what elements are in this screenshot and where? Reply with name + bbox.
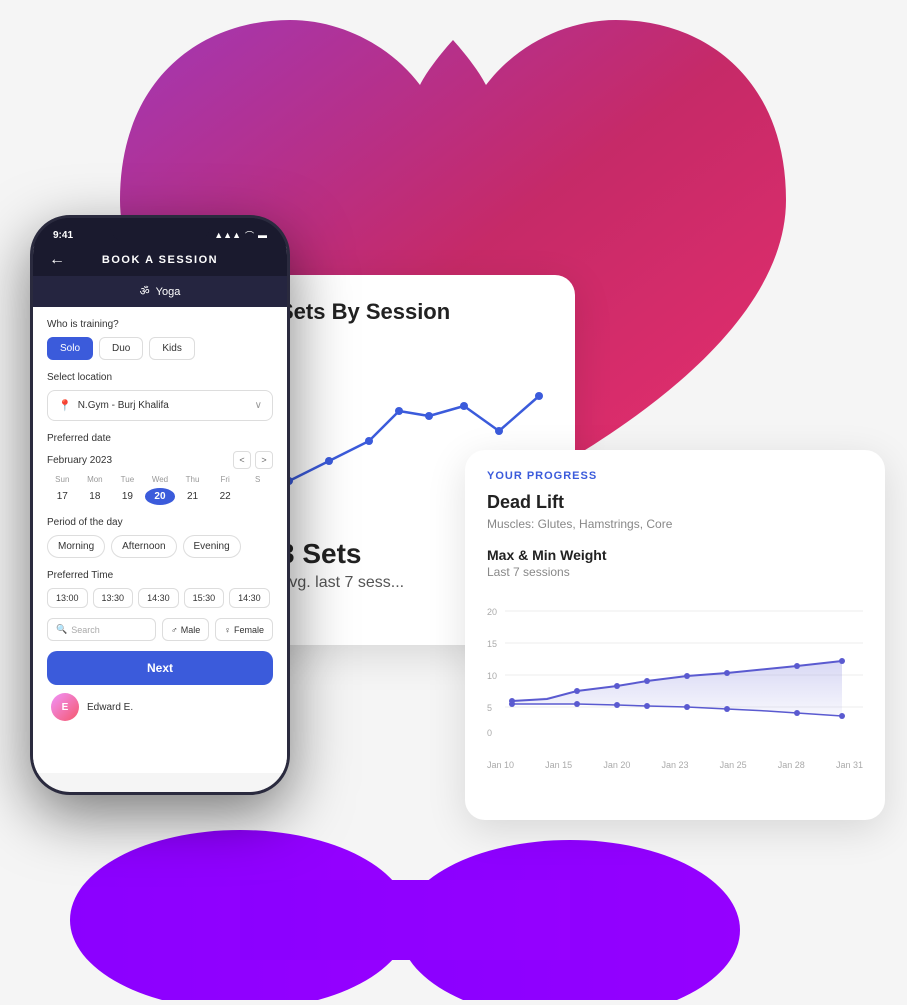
cal-day-20[interactable]: 20 bbox=[145, 488, 176, 505]
phone-header: ← BOOK A SESSION bbox=[33, 246, 287, 276]
svg-text:20: 20 bbox=[487, 607, 497, 617]
x-label-0: Jan 10 bbox=[487, 760, 514, 770]
calendar-prev[interactable]: < bbox=[233, 451, 251, 469]
signal-icon: ▲▲▲ bbox=[214, 230, 241, 240]
svg-text:5: 5 bbox=[487, 703, 492, 713]
phone-screen: ← BOOK A SESSION ॐ Yoga Who is training?… bbox=[33, 246, 287, 792]
location-selector[interactable]: 📍 N.Gym - Burj Khalifa ∨ bbox=[47, 390, 273, 421]
chart-x-labels: Jan 10 Jan 15 Jan 20 Jan 23 Jan 25 Jan 2… bbox=[487, 760, 863, 770]
status-icons: ▲▲▲ ⌒ ▬ bbox=[214, 229, 267, 242]
training-options: Solo Duo Kids bbox=[47, 337, 273, 360]
svg-text:15: 15 bbox=[487, 639, 497, 649]
phone-mockup: 9:41 ▲▲▲ ⌒ ▬ ← BOOK A SESSION ॐ Yoga Who… bbox=[30, 215, 290, 795]
cal-day-18[interactable]: 18 bbox=[80, 488, 111, 505]
time-1300[interactable]: 13:00 bbox=[47, 588, 88, 608]
progress-tag: YOUR PROGRESS bbox=[487, 470, 863, 482]
next-button[interactable]: Next bbox=[47, 651, 273, 685]
x-label-1: Jan 15 bbox=[545, 760, 572, 770]
metric-label: Max & Min Weight bbox=[487, 547, 863, 563]
calendar-days: 17 18 19 20 21 22 bbox=[47, 488, 273, 505]
morning-button[interactable]: Morning bbox=[47, 535, 105, 558]
x-label-3: Jan 23 bbox=[661, 760, 688, 770]
calendar-next[interactable]: > bbox=[255, 451, 273, 469]
time-1330[interactable]: 13:30 bbox=[93, 588, 134, 608]
female-icon: ♀ bbox=[224, 625, 231, 635]
cal-day-19[interactable]: 19 bbox=[112, 488, 143, 505]
kids-button[interactable]: Kids bbox=[149, 337, 194, 360]
screen-title: BOOK A SESSION bbox=[102, 254, 218, 266]
period-label: Period of the day bbox=[47, 517, 273, 528]
time-options: 13:00 13:30 14:30 15:30 14:30 bbox=[47, 588, 273, 608]
x-label-5: Jan 28 bbox=[778, 760, 805, 770]
male-button[interactable]: ♂ Male bbox=[162, 618, 209, 641]
time-1430b[interactable]: 14:30 bbox=[229, 588, 270, 608]
metric-sub: Last 7 sessions bbox=[487, 565, 863, 579]
search-input[interactable]: 🔍 Search bbox=[47, 618, 156, 641]
phone-notch bbox=[110, 218, 210, 242]
evening-button[interactable]: Evening bbox=[183, 535, 241, 558]
period-options: Morning Afternoon Evening bbox=[47, 535, 273, 558]
subtitle-bar: ॐ Yoga bbox=[33, 276, 287, 307]
subtitle-text: Yoga bbox=[156, 286, 181, 298]
location-value: N.Gym - Burj Khalifa bbox=[78, 400, 249, 411]
progress-chart: 20 15 10 5 0 bbox=[487, 591, 863, 751]
calendar-nav: February 2023 < > bbox=[47, 451, 273, 469]
time-label: Preferred Time bbox=[47, 570, 273, 581]
search-icon: 🔍 bbox=[56, 624, 67, 635]
calendar-month: February 2023 bbox=[47, 455, 112, 466]
back-button[interactable]: ← bbox=[49, 251, 65, 269]
sets-card-title: Sets By Session bbox=[279, 299, 551, 325]
cal-day-21[interactable]: 21 bbox=[177, 488, 208, 505]
yoga-icon: ॐ bbox=[140, 284, 150, 299]
muscles-text: Muscles: Glutes, Hamstrings, Core bbox=[487, 517, 863, 531]
time-1430a[interactable]: 14:30 bbox=[138, 588, 179, 608]
training-label: Who is training? bbox=[47, 319, 273, 330]
battery-icon: ▬ bbox=[258, 230, 267, 240]
user-name: Edward E. bbox=[87, 702, 133, 713]
location-pin-icon: 📍 bbox=[58, 399, 72, 412]
duo-button[interactable]: Duo bbox=[99, 337, 143, 360]
status-time: 9:41 bbox=[53, 230, 73, 241]
date-label: Preferred date bbox=[47, 433, 273, 444]
cal-day-22[interactable]: 22 bbox=[210, 488, 241, 505]
x-label-6: Jan 31 bbox=[836, 760, 863, 770]
afternoon-button[interactable]: Afternoon bbox=[111, 535, 176, 558]
svg-text:10: 10 bbox=[487, 671, 497, 681]
cal-day-17[interactable]: 17 bbox=[47, 488, 78, 505]
female-button[interactable]: ♀ Female bbox=[215, 618, 273, 641]
male-icon: ♂ bbox=[171, 625, 178, 635]
user-avatar: E bbox=[51, 693, 79, 721]
cal-day-empty bbox=[242, 488, 273, 505]
search-placeholder: Search bbox=[71, 625, 100, 635]
svg-text:0: 0 bbox=[487, 728, 492, 738]
x-label-2: Jan 20 bbox=[603, 760, 630, 770]
solo-button[interactable]: Solo bbox=[47, 337, 93, 360]
exercise-name: Dead Lift bbox=[487, 492, 863, 513]
calendar-days-header: Sun Mon Tue Wed Thu Fri S bbox=[47, 475, 273, 484]
time-1530[interactable]: 15:30 bbox=[184, 588, 225, 608]
location-label: Select location bbox=[47, 372, 273, 383]
dropdown-arrow-icon: ∨ bbox=[255, 400, 262, 411]
phone-content: Who is training? Solo Duo Kids Select lo… bbox=[33, 307, 287, 773]
search-gender-row: 🔍 Search ♂ Male ♀ Female bbox=[47, 618, 273, 641]
progress-card: YOUR PROGRESS Dead Lift Muscles: Glutes,… bbox=[465, 450, 885, 820]
bottom-user: E Edward E. bbox=[47, 693, 273, 721]
wifi-icon: ⌒ bbox=[245, 229, 254, 242]
x-label-4: Jan 25 bbox=[720, 760, 747, 770]
